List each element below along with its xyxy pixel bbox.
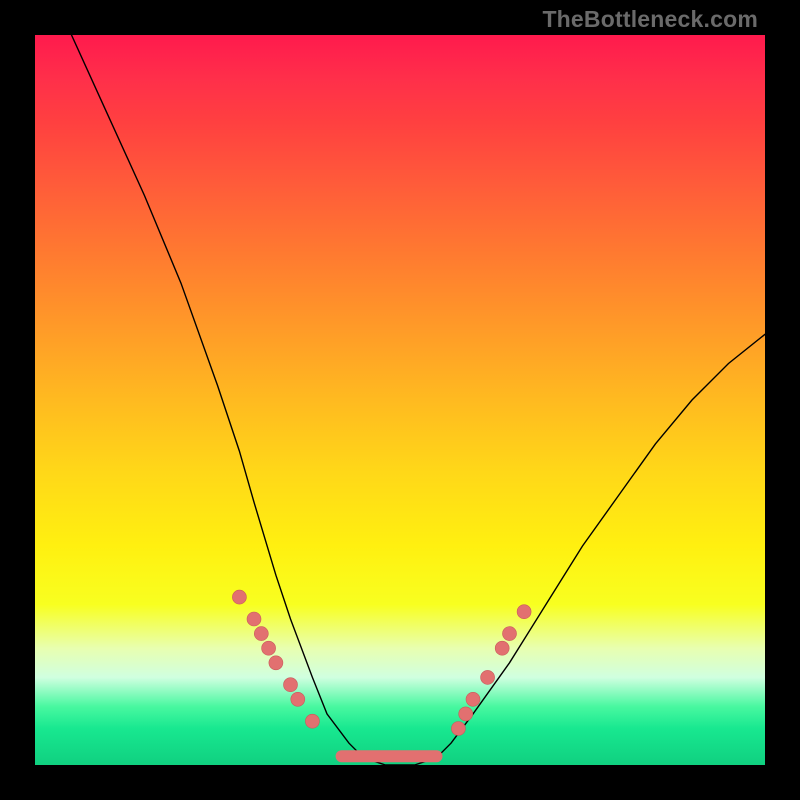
marker-point: [232, 590, 246, 604]
marker-point: [291, 692, 305, 706]
marker-point: [284, 678, 298, 692]
marker-point: [262, 641, 276, 655]
watermark-text: TheBottleneck.com: [542, 6, 758, 33]
marker-point: [451, 722, 465, 736]
chart-frame: TheBottleneck.com: [0, 0, 800, 800]
marker-point: [459, 707, 473, 721]
right-markers: [451, 605, 531, 736]
marker-point: [495, 641, 509, 655]
marker-point: [517, 605, 531, 619]
bottleneck-curve: [72, 35, 766, 765]
marker-point: [481, 670, 495, 684]
marker-point: [466, 692, 480, 706]
curve-layer: [35, 35, 765, 765]
marker-point: [247, 612, 261, 626]
marker-point: [305, 714, 319, 728]
marker-point: [269, 656, 283, 670]
marker-point: [503, 627, 517, 641]
plot-area: [35, 35, 765, 765]
marker-point: [254, 627, 268, 641]
left-markers: [232, 590, 319, 728]
